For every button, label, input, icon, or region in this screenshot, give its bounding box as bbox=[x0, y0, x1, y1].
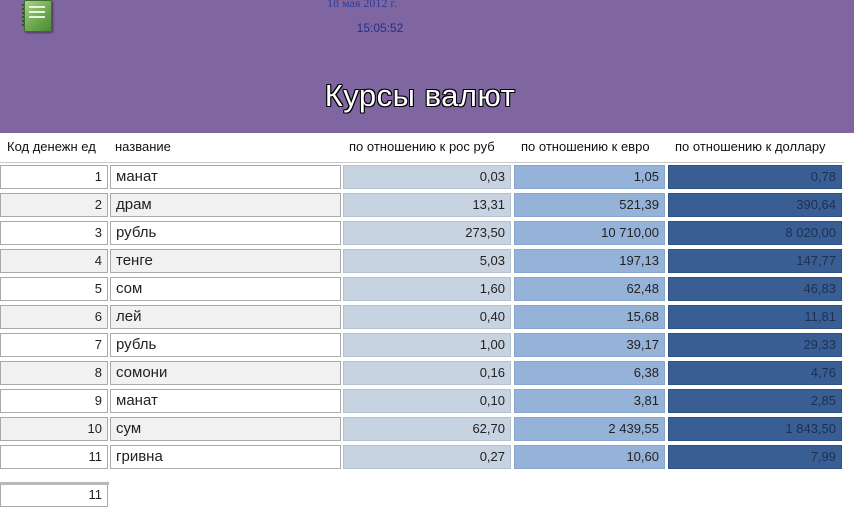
eur-rate-cell[interactable]: 3,81 bbox=[514, 389, 665, 413]
code-cell[interactable]: 7 bbox=[0, 333, 108, 357]
name-cell[interactable]: тенге bbox=[110, 249, 341, 273]
code-cell[interactable]: 11 bbox=[0, 445, 108, 469]
eur-rate-cell[interactable]: 2 439,55 bbox=[514, 417, 665, 441]
rub-rate-cell[interactable]: 0,40 bbox=[343, 305, 511, 329]
usd-rate-cell[interactable]: 390,64 bbox=[668, 193, 842, 217]
eur-rate-cell[interactable]: 521,39 bbox=[514, 193, 665, 217]
code-cell[interactable]: 8 bbox=[0, 361, 108, 385]
eur-rate-cell[interactable]: 1,05 bbox=[514, 165, 665, 189]
column-header-usd: по отношению к доллару bbox=[675, 139, 826, 154]
eur-rate-cell[interactable]: 10,60 bbox=[514, 445, 665, 469]
usd-rate-cell[interactable]: 2,85 bbox=[668, 389, 842, 413]
name-cell[interactable]: сомони bbox=[110, 361, 341, 385]
rub-rate-cell[interactable]: 0,27 bbox=[343, 445, 511, 469]
name-cell[interactable]: рубль bbox=[110, 333, 341, 357]
eur-rate-cell[interactable]: 62,48 bbox=[514, 277, 665, 301]
rub-rate-cell[interactable]: 0,03 bbox=[343, 165, 511, 189]
rub-rate-cell[interactable]: 1,60 bbox=[343, 277, 511, 301]
report-title: Курсы валют bbox=[324, 78, 516, 113]
usd-rate-cell[interactable]: 0,78 bbox=[668, 165, 842, 189]
eur-rate-cell[interactable]: 39,17 bbox=[514, 333, 665, 357]
code-cell[interactable]: 10 bbox=[0, 417, 108, 441]
usd-rate-cell[interactable]: 7,99 bbox=[668, 445, 842, 469]
code-cell[interactable]: 6 bbox=[0, 305, 108, 329]
usd-rate-cell[interactable]: 1 843,50 bbox=[668, 417, 842, 441]
report-time: 15:05:52 bbox=[356, 21, 404, 35]
eur-rate-cell[interactable]: 6,38 bbox=[514, 361, 665, 385]
rub-rate-cell[interactable]: 1,00 bbox=[343, 333, 511, 357]
code-cell[interactable]: 5 bbox=[0, 277, 108, 301]
name-cell[interactable]: манат bbox=[110, 389, 341, 413]
eur-rate-cell[interactable]: 197,13 bbox=[514, 249, 665, 273]
code-cell[interactable]: 4 bbox=[0, 249, 108, 273]
code-cell[interactable]: 3 bbox=[0, 221, 108, 245]
name-cell[interactable]: гривна bbox=[110, 445, 341, 469]
eur-rate-cell[interactable]: 10 710,00 bbox=[514, 221, 665, 245]
usd-rate-cell[interactable]: 29,33 bbox=[668, 333, 842, 357]
rub-rate-cell[interactable]: 0,10 bbox=[343, 389, 511, 413]
report-header: 18 мая 2012 г. 15:05:52 Курсы валют bbox=[0, 0, 854, 133]
record-count-field[interactable]: 11 bbox=[0, 485, 108, 507]
column-header-rub: по отношению к рос руб bbox=[349, 139, 495, 154]
report-icon bbox=[22, 0, 52, 32]
code-cell[interactable]: 1 bbox=[0, 165, 108, 189]
eur-rate-cell[interactable]: 15,68 bbox=[514, 305, 665, 329]
usd-rate-cell[interactable]: 4,76 bbox=[668, 361, 842, 385]
rub-rate-cell[interactable]: 0,16 bbox=[343, 361, 511, 385]
name-cell[interactable]: сум bbox=[110, 417, 341, 441]
usd-rate-cell[interactable]: 147,77 bbox=[668, 249, 842, 273]
name-cell[interactable]: манат bbox=[110, 165, 341, 189]
usd-rate-cell[interactable]: 8 020,00 bbox=[668, 221, 842, 245]
rub-rate-cell[interactable]: 13,31 bbox=[343, 193, 511, 217]
column-header-code: Код денежн ед bbox=[7, 139, 96, 154]
name-cell[interactable]: рубль bbox=[110, 221, 341, 245]
rub-rate-cell[interactable]: 62,70 bbox=[343, 417, 511, 441]
usd-rate-cell[interactable]: 46,83 bbox=[668, 277, 842, 301]
rub-rate-cell[interactable]: 5,03 bbox=[343, 249, 511, 273]
header-divider bbox=[0, 162, 844, 163]
usd-rate-cell[interactable]: 11,81 bbox=[668, 305, 842, 329]
report-date: 18 мая 2012 г. bbox=[327, 0, 397, 10]
code-cell[interactable]: 2 bbox=[0, 193, 108, 217]
column-header-eur: по отношению к евро bbox=[521, 139, 650, 154]
column-header-name: название bbox=[115, 139, 171, 154]
rub-rate-cell[interactable]: 273,50 bbox=[343, 221, 511, 245]
code-cell[interactable]: 9 bbox=[0, 389, 108, 413]
name-cell[interactable]: драм bbox=[110, 193, 341, 217]
name-cell[interactable]: сом bbox=[110, 277, 341, 301]
name-cell[interactable]: лей bbox=[110, 305, 341, 329]
